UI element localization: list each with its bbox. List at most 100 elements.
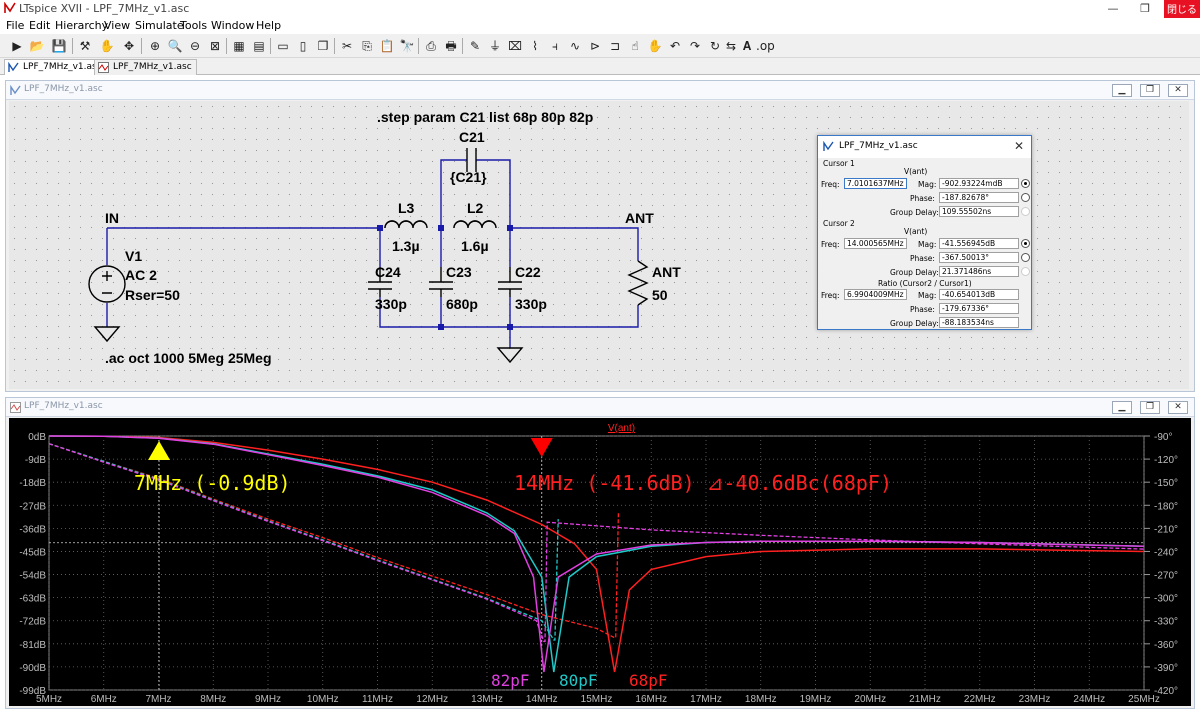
y-tick-label: -27dB — [19, 501, 46, 512]
draw-wire-icon[interactable]: ✎ — [466, 37, 484, 55]
capacitor-icon[interactable]: ⫞ — [546, 37, 564, 55]
waveform-restore-button[interactable]: ❐ — [1140, 401, 1160, 414]
cursor1-gd-field: 109.55502ns — [939, 206, 1019, 217]
cursor2-freq-field[interactable]: 14.000565MHz — [844, 238, 907, 249]
waveform-icon — [10, 402, 21, 413]
cursor1-freq-field[interactable]: 7.0101637MHz — [844, 178, 907, 189]
redo-icon[interactable]: ↷ — [686, 37, 704, 55]
x-tick-label: 11MHz — [362, 694, 393, 705]
component-symbols — [88, 148, 649, 364]
cursor-dialog-close-icon[interactable]: ✕ — [1014, 139, 1024, 153]
cursor2-gd-radio[interactable] — [1021, 267, 1030, 276]
component-icon[interactable]: ⊐ — [606, 37, 624, 55]
ratio-mag-field: -40.654013dB — [939, 289, 1019, 300]
inductor-icon[interactable]: ∿ — [566, 37, 584, 55]
zoom-fit-icon[interactable]: ⊠ — [206, 37, 224, 55]
step-directive[interactable]: .step param C21 list 68p 80p 82p — [377, 109, 593, 125]
net-label-ant: ANT — [625, 210, 654, 226]
cursor2-mag-radio[interactable] — [1021, 239, 1030, 248]
toolbar: ▶ 📂 💾 ⚒ ✋ ✥ ⊕ 🔍 ⊖ ⊠ ▦ ▤ ▭ ▯ ❐ ✂ ⎘ 📋 🔭 ⎙ … — [0, 34, 1200, 58]
cursor1-marker — [148, 441, 171, 460]
annotation-cursor2: 14MHz (-41.6dB) ⊿-40.6dBc(68pF) — [514, 471, 892, 495]
r-ant-name: ANT — [652, 264, 681, 280]
y2-tick-label: -240° — [1154, 547, 1178, 558]
spice-directive-icon[interactable]: .op — [756, 37, 775, 55]
ratio-gd-label: Group Delay: — [890, 319, 939, 328]
schematic-restore-button[interactable]: ❐ — [1140, 84, 1160, 97]
copy-icon[interactable]: ⎘ — [358, 37, 376, 55]
y2-tick-label: -420° — [1154, 686, 1178, 697]
menu-help[interactable]: Help — [256, 19, 281, 32]
ground-icon[interactable]: ⏚ — [486, 37, 504, 55]
view-netlist-icon[interactable]: ▤ — [250, 37, 268, 55]
menu-edit[interactable]: Edit — [29, 19, 50, 32]
open-folder-icon[interactable]: 📂 — [28, 37, 46, 55]
waveform-plot[interactable]: 5MHz 6MHz 7MHz 8MHz 9MHz 10MHz 11MHz 12MHz 13MHz… — [9, 418, 1191, 706]
save-icon[interactable]: 💾 — [50, 37, 68, 55]
tab-waveform[interactable]: LPF_7MHz_v1.asc — [94, 59, 197, 75]
print-setup-icon[interactable]: ⎙ — [422, 37, 440, 55]
text-icon[interactable]: 𝐀 — [738, 37, 756, 55]
waveform-minimize-button[interactable]: ▁ — [1112, 401, 1132, 414]
menu-simulate[interactable]: Simulate — [135, 19, 184, 32]
menu-tools[interactable]: Tools — [180, 19, 207, 32]
print-icon[interactable]: 🖶 — [442, 37, 460, 55]
cursor2-trace: V(ant) — [904, 227, 928, 236]
cursor1-phase-field: -187.82678° — [939, 192, 1019, 203]
pan-icon[interactable]: ✥ — [120, 37, 138, 55]
cursor1-gd-radio[interactable] — [1021, 207, 1030, 216]
cascade-icon[interactable]: ❐ — [314, 37, 332, 55]
menu-hierarchy[interactable]: Hierarchy — [55, 19, 108, 32]
ac-directive[interactable]: .ac oct 1000 5Meg 25Meg — [105, 350, 272, 366]
waveform-icon — [98, 62, 109, 73]
y-tick-label: -54dB — [19, 571, 46, 582]
control-panel-icon[interactable]: ⚒ — [76, 37, 94, 55]
menu-window[interactable]: Window — [211, 19, 254, 32]
halt-icon[interactable]: ✋ — [98, 37, 116, 55]
minimize-button[interactable]: — — [1097, 0, 1129, 18]
schematic-close-button[interactable]: ✕ — [1168, 84, 1188, 97]
menu-file[interactable]: File — [6, 19, 24, 32]
waveform-window: LPF_7MHz_v1.asc ▁ ❐ ✕ 5MHz 6MHz 7MHz 8MHz 9M… — [5, 397, 1195, 709]
resistor-icon[interactable]: ⌇ — [526, 37, 544, 55]
tile-vertical-icon[interactable]: ▯ — [294, 37, 312, 55]
zoom-pan-icon[interactable]: 🔍 — [166, 37, 184, 55]
move-icon[interactable]: ☝ — [626, 37, 644, 55]
cursor1-phase-radio[interactable] — [1021, 193, 1030, 202]
ltspice-logo-icon — [4, 2, 16, 13]
cursor-dialog-titlebar: LPF_7MHz_v1.asc ✕ — [818, 136, 1031, 158]
x-tick-label: 9MHz — [255, 694, 281, 705]
c22-value: 330p — [515, 296, 547, 312]
window-title: LTspice XVII - LPF_7MHz_v1.asc — [19, 2, 190, 15]
cursor2-phase-field: -367.50013° — [939, 252, 1019, 263]
diode-icon[interactable]: ⊳ — [586, 37, 604, 55]
ratio-mag-label: Mag: — [918, 291, 937, 300]
cursor2-gd-field: 21.371486ns — [939, 266, 1019, 277]
y2-tick-label: -300° — [1154, 594, 1178, 605]
cursor1-mag-radio[interactable] — [1021, 179, 1030, 188]
cursor1-freq-label: Freq: — [821, 180, 840, 189]
menu-view[interactable]: View — [104, 19, 130, 32]
cut-icon[interactable]: ✂ — [338, 37, 356, 55]
autorange-icon[interactable]: ▦ — [230, 37, 248, 55]
undo-icon[interactable]: ↶ — [666, 37, 684, 55]
cursor2-phase-radio[interactable] — [1021, 253, 1030, 262]
tile-horizontal-icon[interactable]: ▭ — [274, 37, 292, 55]
waveform-close-button[interactable]: ✕ — [1168, 401, 1188, 414]
tab-label: LPF_7MHz_v1.asc — [23, 62, 102, 72]
y-tick-label: -90dB — [19, 663, 46, 674]
zoom-in-icon[interactable]: ⊕ — [146, 37, 164, 55]
tab-schematic[interactable]: LPF_7MHz_v1.asc — [4, 59, 107, 75]
waveform-window-title: LPF_7MHz_v1.asc — [24, 401, 103, 411]
drag-icon[interactable]: ✋ — [646, 37, 664, 55]
find-icon[interactable]: 🔭 — [398, 37, 416, 55]
y-tick-label: -72dB — [19, 617, 46, 628]
ratio-header: Ratio (Cursor2 / Cursor1) — [878, 279, 972, 288]
run-icon[interactable]: ▶ — [8, 37, 26, 55]
label-net-icon[interactable]: ⌧ — [506, 37, 524, 55]
zoom-out-icon[interactable]: ⊖ — [186, 37, 204, 55]
schematic-minimize-button[interactable]: ▁ — [1112, 84, 1132, 97]
maximize-button[interactable]: ❐ — [1129, 0, 1161, 18]
bode-plot[interactable]: 5MHz 6MHz 7MHz 8MHz 9MHz 10MHz 11MHz 12MHz 13MHz… — [9, 418, 1191, 706]
paste-icon[interactable]: 📋 — [378, 37, 396, 55]
